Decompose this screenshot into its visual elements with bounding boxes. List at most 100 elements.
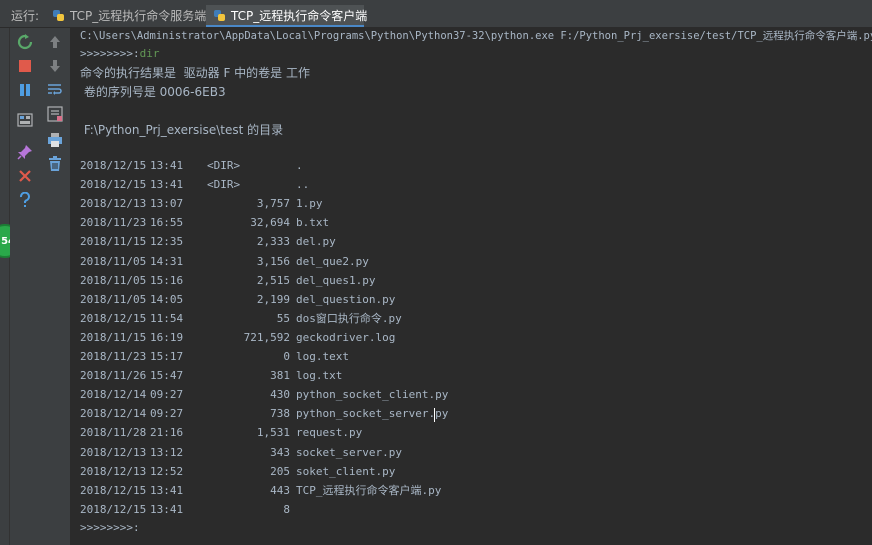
scroll-to-end-icon[interactable]: [45, 104, 65, 124]
entry-date: 2018/12/13: [80, 464, 147, 478]
entry-date: 2018/11/05: [80, 273, 147, 287]
entry-date: 2018/11/23: [80, 216, 147, 230]
entry-date: 2018/11/05: [80, 292, 147, 306]
entry-size: 2,333: [256, 235, 290, 249]
listing-row: 2018/12/14 09:27 738 python_socket_server.p…: [70, 406, 870, 422]
entry-date: 2018/12/15: [80, 159, 147, 172]
entry-time: 16:19: [150, 330, 184, 344]
entry-date: 2018/11/15: [80, 330, 147, 344]
entry-name: dos窗口执行命令.py: [296, 311, 402, 325]
entry-name: log.text: [296, 350, 349, 363]
listing-row: 2018/12/15 11:54 55 dos窗口执行命令.py: [70, 311, 870, 327]
help-icon[interactable]: [15, 190, 35, 210]
entry-size: 205: [270, 464, 290, 478]
entry-name: python_socket_client.py: [296, 388, 449, 402]
entry-name: del_que2.py: [296, 254, 369, 268]
final-prompt: >>>>>>>>:: [80, 521, 140, 534]
entry-time: 15:16: [150, 273, 184, 287]
entry-time: 15:17: [150, 350, 184, 363]
left-edge-strip: 54: [0, 28, 22, 545]
entry-date: 2018/12/13: [80, 445, 147, 459]
entry-date: 2018/12/14: [80, 388, 147, 402]
directory-line: F:\Python_Prj_exersise\test 的目录: [80, 123, 284, 137]
entry-name: python_socket_server.py: [296, 407, 449, 421]
entry-size: 0: [283, 350, 290, 363]
tab-tcp-server[interactable]: TCP_远程执行命令服务端: [45, 5, 207, 27]
entry-date: 2018/11/23: [80, 350, 147, 363]
entry-time: 14:31: [150, 254, 184, 268]
entry-name: TCP_远程执行命令客户端.py: [296, 483, 442, 497]
text-cursor: [434, 408, 435, 422]
entry-size: 2,199: [256, 292, 290, 306]
listing-row: 2018/11/05 15:16 2,515 del_ques1.py: [70, 273, 870, 289]
entry-size: 8: [283, 502, 290, 516]
listing-row: 2018/11/15 12:35 2,333 del.py: [70, 234, 870, 250]
listing-row: 2018/12/14 09:27 430 python_socket_client.p…: [70, 387, 870, 403]
entry-name: soket_client.py: [296, 464, 396, 478]
command-line: C:\Users\Administrator\AppData\Local\Pro…: [80, 30, 872, 42]
listing-row: 2018/12/15 13:41 <DIR>.: [70, 158, 870, 174]
entry-size: 2,515: [256, 273, 290, 287]
stop-icon[interactable]: [15, 56, 35, 76]
soft-wrap-icon[interactable]: [45, 80, 65, 100]
entry-time: 13:07: [150, 197, 184, 211]
tab-label: TCP_远程执行命令服务端: [70, 9, 207, 23]
console-output[interactable]: C:\Users\Administrator\AppData\Local\Pro…: [70, 28, 872, 545]
entry-size: 430: [270, 388, 290, 402]
entry-name: .: [296, 159, 303, 172]
entry-time: 13:41: [150, 483, 184, 497]
listing-row: 2018/12/13 13:07 3,757 1.py: [70, 196, 870, 212]
entry-name: request.py: [296, 426, 363, 440]
entry-dir-tag: <DIR>: [207, 178, 241, 192]
entry-size: 55: [276, 311, 290, 325]
tab-tcp-client[interactable]: TCP_远程执行命令客户端: [206, 5, 368, 27]
entry-name: log.txt: [296, 369, 343, 383]
entry-time: 14:05: [150, 292, 184, 306]
entry-date: 2018/12/13: [80, 197, 147, 211]
entry-time: 16:55: [150, 216, 184, 230]
input-prompt-line: >>>>>>>>:dir: [80, 46, 159, 62]
entry-date: 2018/12/15: [80, 502, 147, 516]
entry-time: 12:35: [150, 235, 184, 249]
result-header: 命令的执行结果是 驱动器 F 中的卷是 工作: [80, 66, 310, 80]
run-tab-bar: 运行: TCP_远程执行命令服务端 TCP_远程执行命令客户端: [0, 5, 872, 28]
layout-icon[interactable]: [15, 110, 35, 130]
run-toolbar-primary: [10, 28, 41, 545]
pause-icon[interactable]: [15, 80, 35, 100]
prompt: >>>>>>>>:: [80, 47, 140, 60]
entry-name: geckodriver.log: [296, 330, 396, 344]
trash-icon[interactable]: [45, 154, 65, 174]
run-label: 运行:: [11, 9, 40, 23]
entry-time: 12:52: [150, 464, 184, 478]
pin-icon[interactable]: [15, 142, 35, 162]
up-arrow-icon[interactable]: [45, 32, 65, 52]
python-file-icon: [214, 10, 225, 21]
entry-name: 1.py: [296, 197, 323, 211]
entry-size: 3,156: [256, 254, 290, 268]
tab-label: TCP_远程执行命令客户端: [231, 9, 368, 23]
listing-row: 2018/11/23 15:17 0 log.text: [70, 349, 870, 365]
entry-size: 738: [270, 407, 290, 421]
listing-row: 2018/12/15 13:41 443 TCP_远程执行命令客户端.py: [70, 483, 870, 499]
entry-date: 2018/12/14: [80, 407, 147, 421]
entry-date: 2018/12/15: [80, 311, 147, 325]
rerun-icon[interactable]: [15, 32, 35, 52]
entry-name: del.py: [296, 235, 336, 249]
entry-time: 13:41: [150, 502, 184, 516]
entry-date: 2018/11/15: [80, 235, 147, 249]
entry-size: 443: [270, 483, 290, 497]
entry-time: 11:54: [150, 311, 184, 325]
entry-name: ..: [296, 178, 310, 192]
entry-time: 09:27: [150, 407, 184, 421]
close-icon[interactable]: [15, 166, 35, 186]
python-file-icon: [53, 10, 64, 21]
entry-date: 2018/12/15: [80, 178, 147, 192]
down-arrow-icon[interactable]: [45, 56, 65, 76]
entry-dir-tag: <DIR>: [207, 159, 241, 172]
entry-time: 13:41: [150, 178, 184, 192]
print-icon[interactable]: [45, 130, 65, 150]
entry-name: b.txt: [296, 216, 330, 230]
entry-size: 32,694: [250, 216, 290, 230]
user-input: dir: [139, 47, 160, 60]
entry-size: 3,757: [256, 197, 290, 211]
